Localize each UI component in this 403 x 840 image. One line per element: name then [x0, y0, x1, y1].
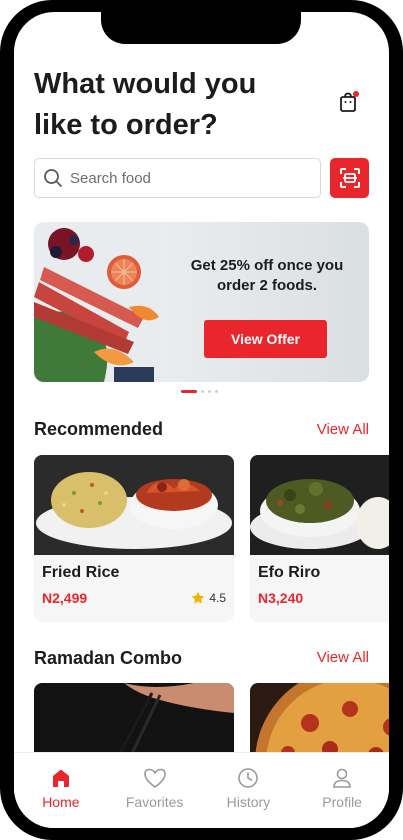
- chopsticks-dish-image: [34, 683, 234, 763]
- carousel-dot[interactable]: [208, 390, 211, 393]
- food-name: Efo Riro: [258, 564, 321, 581]
- efo-riro-image: [250, 455, 389, 555]
- food-name: Fried Rice: [42, 564, 120, 581]
- heart-icon: [143, 768, 166, 788]
- nav-profile[interactable]: Profile: [302, 767, 382, 828]
- search-icon: [44, 169, 62, 187]
- nav-profile-label: Profile: [322, 794, 362, 810]
- food-card-fried-rice[interactable]: Fried Rice N2,499 4.5: [34, 455, 234, 622]
- carousel-dot[interactable]: [201, 390, 204, 393]
- device-notch: [101, 12, 301, 44]
- home-icon: [52, 769, 69, 787]
- carousel-dot[interactable]: [215, 390, 218, 393]
- food-price: N3,240: [258, 590, 304, 606]
- combo-card-chopsticks[interactable]: [34, 683, 234, 763]
- app-screen: What would you like to order? Search foo…: [14, 12, 389, 828]
- star-icon: [192, 591, 205, 604]
- banner-food-image: [34, 222, 164, 382]
- shopping-bag-icon: [340, 91, 359, 112]
- page-title: What would you like to order?: [34, 68, 257, 141]
- nav-home[interactable]: Home: [21, 767, 101, 828]
- nav-favorites-label: Favorites: [125, 794, 184, 810]
- food-price: N2,499: [42, 590, 88, 606]
- fried-rice-image: [34, 455, 234, 555]
- nav-history[interactable]: History: [208, 767, 288, 828]
- view-offer-button[interactable]: View Offer: [204, 320, 327, 358]
- recommended-title: Recommended: [34, 419, 164, 439]
- promo-banner[interactable]: Get 25% off once you order 2 foods. View…: [34, 222, 369, 382]
- phone-frame: What would you like to order? Search foo…: [0, 0, 403, 840]
- pizza-image: [250, 683, 389, 763]
- rating-value: 4.5: [209, 591, 226, 605]
- carousel-dot-active[interactable]: [181, 390, 197, 393]
- nav-history-label: History: [226, 794, 271, 810]
- food-rating: 4.5: [191, 591, 226, 605]
- banner-headline: Get 25% off once you order 2 foods.: [190, 257, 344, 294]
- scan-button[interactable]: [330, 158, 369, 198]
- search-input[interactable]: [70, 169, 290, 187]
- cart-button[interactable]: [337, 91, 359, 113]
- ramadan-combo-title: Ramadan Combo: [34, 648, 183, 668]
- nav-home-label: Home: [42, 794, 80, 810]
- bottom-navigation: Home Favorites History Profile: [14, 752, 389, 828]
- carousel-indicator: [181, 390, 218, 393]
- nav-favorites[interactable]: Favorites: [115, 767, 195, 828]
- food-card-efo-riro[interactable]: Efo Riro N3,240: [250, 455, 389, 622]
- search-bar[interactable]: [34, 158, 321, 198]
- ramadan-combo-view-all-link[interactable]: View All: [317, 649, 369, 666]
- recommended-view-all-link[interactable]: View All: [317, 421, 369, 438]
- combo-card-pizza[interactable]: [250, 683, 389, 763]
- user-icon: [333, 768, 351, 788]
- cart-badge: [353, 91, 359, 97]
- scan-icon: [339, 168, 360, 188]
- clock-icon: [238, 768, 259, 788]
